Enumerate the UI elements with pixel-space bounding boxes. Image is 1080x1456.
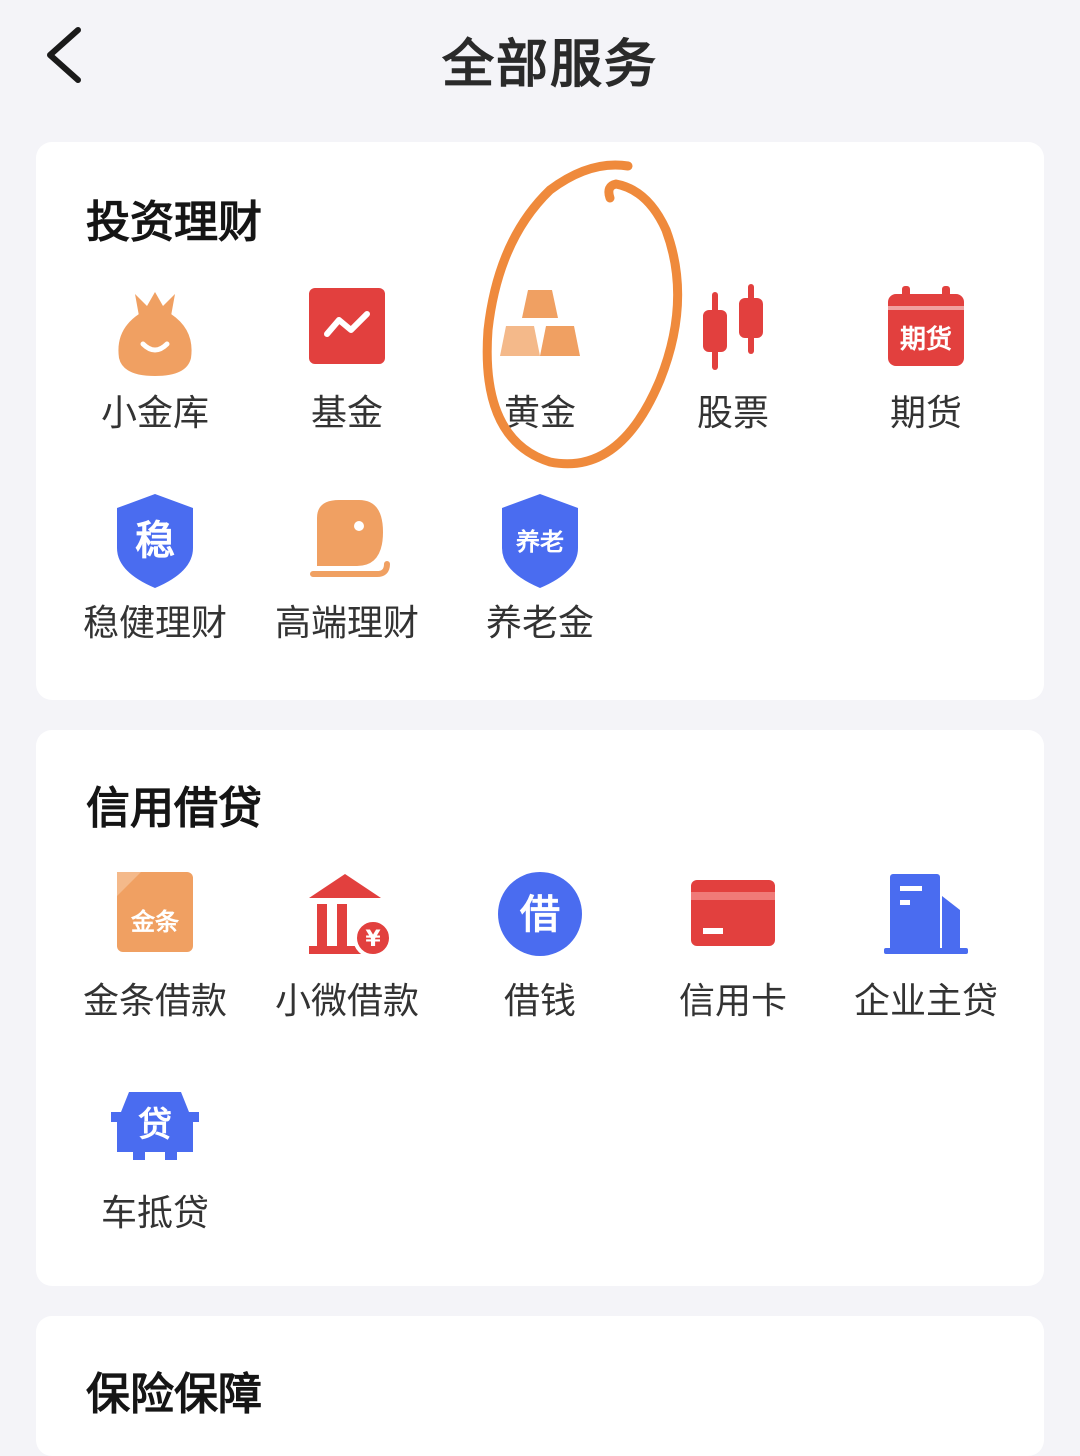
icon-text: 金条	[130, 908, 180, 936]
service-label: 黄金	[503, 393, 576, 434]
service-label: 期货	[889, 393, 962, 434]
gold-strip-icon: 金条	[117, 872, 193, 952]
section-title-credit: 信用借贷	[86, 783, 262, 834]
icon-text: 稳	[135, 518, 175, 564]
service-label: 养老金	[485, 603, 594, 644]
card-credit: 信用借贷 金条 金条借款 ¥ 小微借款 借 借钱 信用卡 企业主贷 贷 车抵贷	[36, 730, 1044, 1286]
page-title: 全部服务	[441, 35, 658, 95]
money-bag-icon	[118, 292, 192, 376]
service-label: 稳健理财	[82, 603, 227, 644]
service-label: 金条借款	[82, 981, 227, 1022]
icon-text: ¥	[365, 927, 381, 952]
card-investment: 投资理财 小金库 基金 黄金 股票 期货 期货 稳 稳健理财 高端理财 养老 养…	[36, 142, 1044, 700]
borrow-circle-icon: 借	[498, 872, 582, 956]
service-label: 股票	[696, 393, 769, 434]
bank-yuan-icon: ¥	[309, 874, 393, 958]
service-label: 高端理财	[274, 603, 419, 644]
steady-shield-icon: 稳	[117, 494, 193, 588]
futures-calendar-icon: 期货	[888, 286, 964, 366]
car-loan-icon: 贷	[111, 1092, 199, 1160]
gold-bars-icon	[500, 290, 580, 356]
icon-text: 期货	[900, 324, 952, 355]
service-label: 借钱	[503, 981, 576, 1022]
section-title-investment: 投资理财	[86, 197, 262, 248]
candlestick-icon	[703, 284, 763, 370]
service-label: 信用卡	[678, 981, 787, 1022]
fund-chart-icon	[309, 288, 385, 364]
icon-text: 借	[519, 892, 560, 938]
service-label: 车抵贷	[100, 1193, 209, 1234]
credit-card-icon	[691, 880, 775, 946]
service-label: 小微借款	[274, 981, 419, 1022]
section-title-insurance: 保险保障	[86, 1369, 262, 1420]
header: 全部服务	[0, 0, 1080, 112]
service-label: 企业主贷	[853, 981, 998, 1022]
service-label: 小金库	[100, 393, 209, 434]
pension-shield-icon: 养老	[502, 494, 578, 588]
icon-text: 贷	[138, 1105, 172, 1145]
card-insurance: 保险保障	[36, 1316, 1044, 1456]
premium-wallet-icon	[310, 500, 390, 577]
building-icon	[884, 874, 968, 954]
icon-text: 养老	[515, 528, 564, 556]
service-label: 基金	[310, 393, 383, 434]
